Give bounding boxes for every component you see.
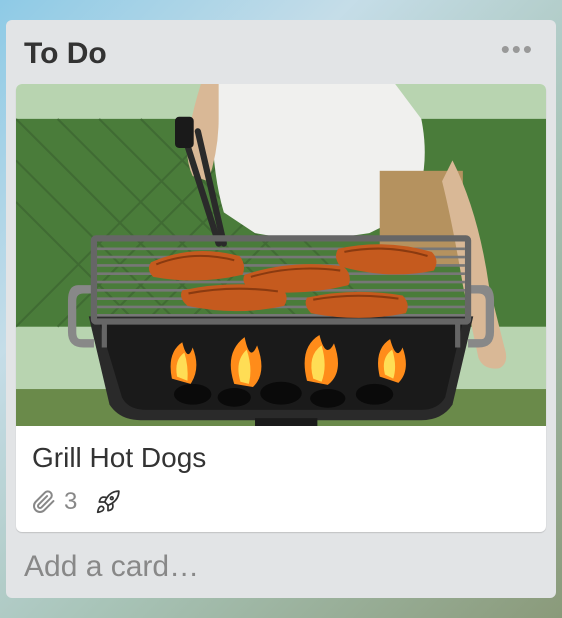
more-horizontal-icon: ••• bbox=[501, 34, 534, 64]
powerup-badge bbox=[95, 489, 121, 515]
attachment-badge: 3 bbox=[32, 488, 77, 516]
card-title: Grill Hot Dogs bbox=[32, 442, 530, 474]
attachment-count: 3 bbox=[64, 488, 77, 516]
list-column: To Do ••• bbox=[6, 20, 556, 598]
paperclip-icon bbox=[32, 490, 56, 514]
card-badges: 3 bbox=[32, 488, 530, 516]
card-body: Grill Hot Dogs 3 bbox=[16, 426, 546, 532]
list-header: To Do ••• bbox=[16, 30, 546, 84]
card-cover-image bbox=[16, 84, 546, 426]
list-title[interactable]: To Do bbox=[24, 37, 107, 71]
rocket-icon bbox=[95, 489, 121, 515]
card[interactable]: Grill Hot Dogs 3 bbox=[16, 84, 546, 532]
list-menu-button[interactable]: ••• bbox=[497, 36, 538, 72]
add-card-button[interactable]: Add a card… bbox=[16, 532, 546, 584]
